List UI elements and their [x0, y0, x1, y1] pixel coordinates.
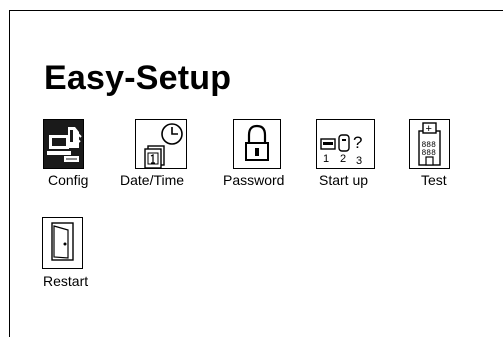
calendar-clock-icon: [144, 123, 183, 168]
datetime-tile[interactable]: [135, 119, 187, 169]
digit-1: 1: [323, 153, 329, 165]
door-icon: [51, 222, 74, 261]
test-tile[interactable]: + 888 888: [409, 119, 450, 169]
config-label: Config: [48, 172, 89, 188]
config-tile[interactable]: [43, 119, 84, 169]
password-button[interactable]: Password: [223, 119, 300, 191]
config-button[interactable]: Config: [43, 119, 95, 191]
cross-glyph: +: [426, 123, 432, 135]
restart-tile[interactable]: [42, 217, 83, 269]
startup-label: Start up: [319, 172, 369, 188]
password-tile[interactable]: [233, 119, 281, 169]
startup-button[interactable]: ? 1 2 3 Start up: [316, 119, 388, 191]
restart-label: Restart: [43, 273, 89, 289]
app-title: Easy-Setup: [44, 59, 232, 97]
password-label: Password: [223, 172, 285, 188]
digit-2: 2: [340, 153, 346, 165]
startup-tile[interactable]: ? 1 2 3: [316, 119, 375, 169]
test-button[interactable]: + 888 888 Test: [409, 119, 469, 191]
boot-sequence-icon: ? 1 2 3: [320, 133, 362, 167]
hospital-diagnostics-icon: + 888 888: [418, 122, 441, 166]
datetime-button[interactable]: Date/Time: [120, 119, 206, 191]
restart-button[interactable]: Restart: [40, 217, 112, 293]
datetime-label: Date/Time: [120, 172, 185, 188]
test-label: Test: [421, 172, 447, 188]
question-mark-glyph: ?: [353, 133, 362, 152]
digit-3: 3: [356, 155, 362, 167]
padlock-icon: [245, 124, 269, 161]
computer-setup-icon: [47, 127, 82, 162]
